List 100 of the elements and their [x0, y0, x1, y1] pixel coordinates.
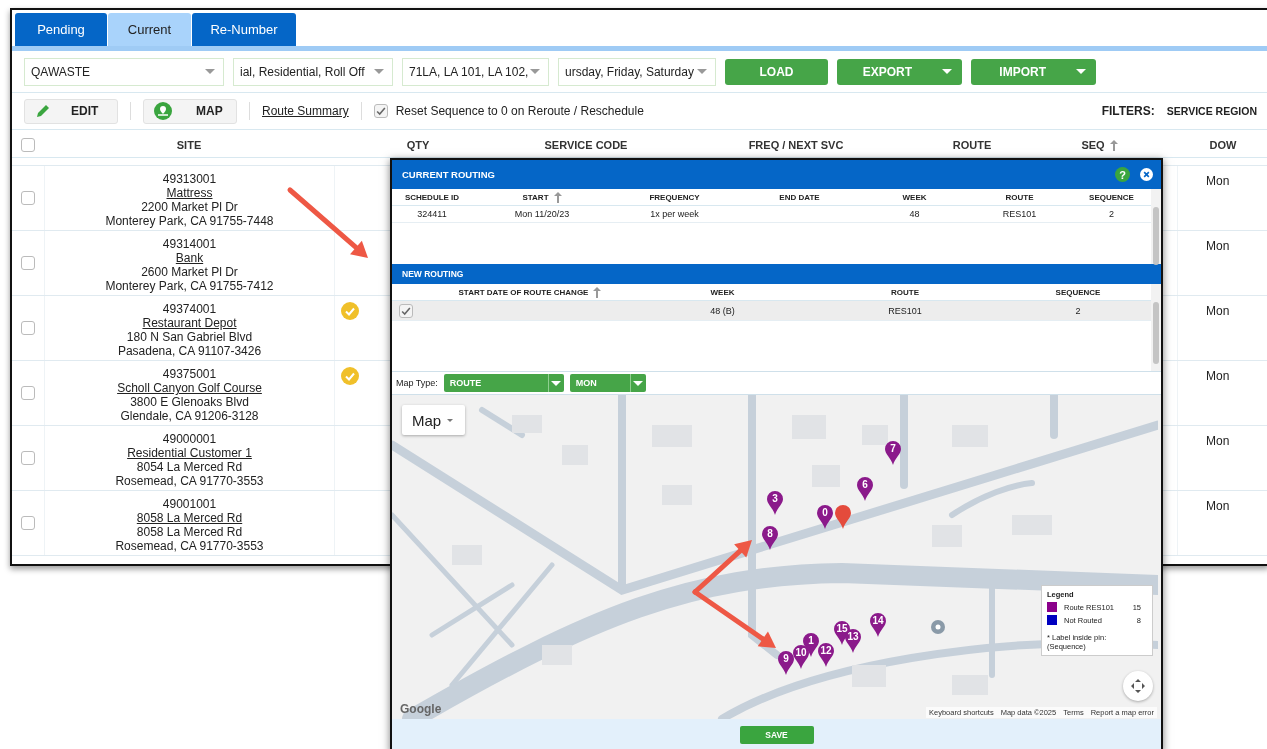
site-name-link[interactable]: Restaurant Depot [142, 316, 237, 330]
caret-icon [633, 380, 644, 386]
column-header[interactable]: WEEK [710, 287, 735, 297]
site-id: 49374001 [162, 302, 217, 316]
place-marker-icon [931, 620, 945, 634]
tab[interactable]: Current [108, 13, 191, 46]
scrollbar[interactable] [1151, 189, 1161, 264]
site-name-link[interactable]: Scholl Canyon Golf Course [117, 381, 262, 395]
map-pin[interactable]: 0 [817, 505, 833, 529]
column-header[interactable]: SEQUENCE [1055, 287, 1101, 297]
table-cell: Mon 11/20/23 [514, 209, 570, 219]
caret-icon [530, 69, 540, 74]
checkbox-label: Reset Sequence to 0 on Reroute / Reschedule [395, 104, 644, 118]
column-header[interactable]: FREQUENCY [649, 192, 700, 202]
checkbox[interactable] [373, 104, 388, 118]
column-header[interactable]: SEQUENCE [1089, 192, 1134, 202]
checkbox[interactable] [21, 138, 35, 152]
dropdown[interactable]: 71LA, LA 101, LA 102, [402, 57, 549, 86]
expand-arrows-icon [1130, 678, 1146, 694]
map-pin-icon [154, 102, 172, 120]
fullscreen-button[interactable] [1123, 671, 1153, 701]
site-address: 2200 Market Pl Dr [141, 200, 238, 214]
column-header[interactable]: END DATE [779, 192, 820, 202]
site-city: Glendale, CA 91206-3128 [120, 409, 259, 423]
route-summary-link[interactable]: Route Summary [262, 104, 349, 118]
caret-icon [374, 69, 384, 74]
section-title: NEW ROUTING [402, 269, 464, 279]
column-header[interactable]: SITE [176, 139, 202, 151]
tab[interactable]: Re-Number [192, 13, 296, 46]
table-cell: 2 [1075, 305, 1081, 316]
tab[interactable]: Pending [15, 13, 107, 46]
map-pin[interactable] [835, 505, 851, 529]
site-city: Monterey Park, CA 91755-7448 [105, 214, 274, 228]
column-header[interactable]: START [522, 191, 562, 203]
caret-icon [551, 380, 562, 386]
site-id: 49000001 [162, 432, 217, 446]
table-cell: 48 (B) [710, 305, 735, 316]
caret-icon [942, 69, 952, 74]
dropdown[interactable]: ial, Residential, Roll Off [233, 57, 393, 86]
map-pin[interactable]: 9 [778, 651, 794, 675]
dropdown[interactable]: QAWASTE [24, 57, 224, 86]
map-button[interactable]: MAP [143, 98, 237, 124]
close-icon[interactable] [1140, 168, 1153, 181]
site-name-link[interactable]: Bank [175, 251, 204, 265]
site-city: Monterey Park, CA 91755-7412 [105, 279, 274, 293]
map-pin[interactable]: 7 [885, 441, 901, 465]
site-address: 180 N San Gabriel Blvd [126, 330, 253, 344]
map-type-button[interactable]: Map [402, 405, 466, 435]
column-header[interactable]: FREQ / NEXT SVC [748, 139, 844, 151]
site-id: 49001001 [162, 497, 217, 511]
checkbox[interactable] [21, 386, 35, 400]
day-of-week: Mon [1206, 369, 1230, 383]
column-header[interactable]: ROUTE [891, 287, 919, 297]
column-header[interactable]: WEEK [902, 192, 927, 202]
checkbox[interactable] [21, 451, 35, 465]
caret-icon [205, 69, 215, 74]
map-type-label: Map Type: [396, 378, 438, 388]
column-header[interactable]: START DATE OF ROUTE CHANGE [458, 286, 602, 298]
caret-icon [1076, 69, 1086, 74]
map-pin[interactable]: 8 [762, 526, 778, 550]
column-header[interactable]: ROUTE [952, 139, 992, 151]
site-name-link[interactable]: 8058 La Merced Rd [136, 511, 243, 525]
site-city: Rosemead, CA 91770-3553 [115, 474, 264, 488]
site-name-link[interactable]: Residential Customer 1 [127, 446, 252, 460]
map-pin[interactable]: 10 [793, 645, 809, 669]
site-address: 3800 E Glenoaks Blvd [130, 395, 249, 409]
filters-value: SERVICE REGION [1166, 105, 1257, 117]
column-header[interactable]: DOW [1209, 139, 1237, 151]
column-header[interactable]: ROUTE [1005, 192, 1034, 202]
checkbox[interactable] [21, 191, 35, 205]
site-id: 49313001 [162, 172, 217, 186]
map-pin[interactable]: 12 [818, 643, 834, 667]
column-header[interactable]: SEQ [1081, 139, 1118, 151]
map-logo: Google [400, 702, 442, 716]
column-header[interactable]: SCHEDULE ID [404, 192, 460, 202]
checkbox[interactable] [399, 303, 413, 318]
checkbox[interactable] [21, 321, 35, 335]
column-header[interactable]: QTY [406, 139, 430, 151]
column-header[interactable]: SERVICE CODE [544, 139, 628, 151]
site-address: 8058 La Merced Rd [136, 525, 243, 539]
dropdown[interactable]: ursday, Friday, Saturday [558, 57, 716, 86]
sort-up-icon [593, 286, 602, 298]
site-address: 8054 La Merced Rd [136, 460, 243, 474]
checkbox[interactable] [21, 516, 35, 530]
site-address: 2600 Market Pl Dr [141, 265, 238, 279]
site-id: 49314001 [162, 237, 217, 251]
site-name-link[interactable]: Mattress [166, 186, 213, 200]
map-pin[interactable]: 6 [857, 477, 873, 501]
edit-button[interactable]: EDIT [24, 98, 118, 124]
pencil-icon [35, 103, 51, 119]
scrollbar[interactable] [1151, 284, 1161, 371]
table-cell: RES101 [1002, 209, 1037, 219]
day-of-week: Mon [1206, 304, 1230, 318]
map-pin[interactable]: 14 [870, 613, 886, 637]
table-cell: 48 [909, 209, 920, 219]
table-cell: RES101 [888, 305, 922, 316]
map-pin[interactable]: 3 [767, 491, 783, 515]
caret-icon [697, 69, 707, 74]
checkbox[interactable] [21, 256, 35, 270]
table-cell: 324411 [417, 209, 447, 219]
